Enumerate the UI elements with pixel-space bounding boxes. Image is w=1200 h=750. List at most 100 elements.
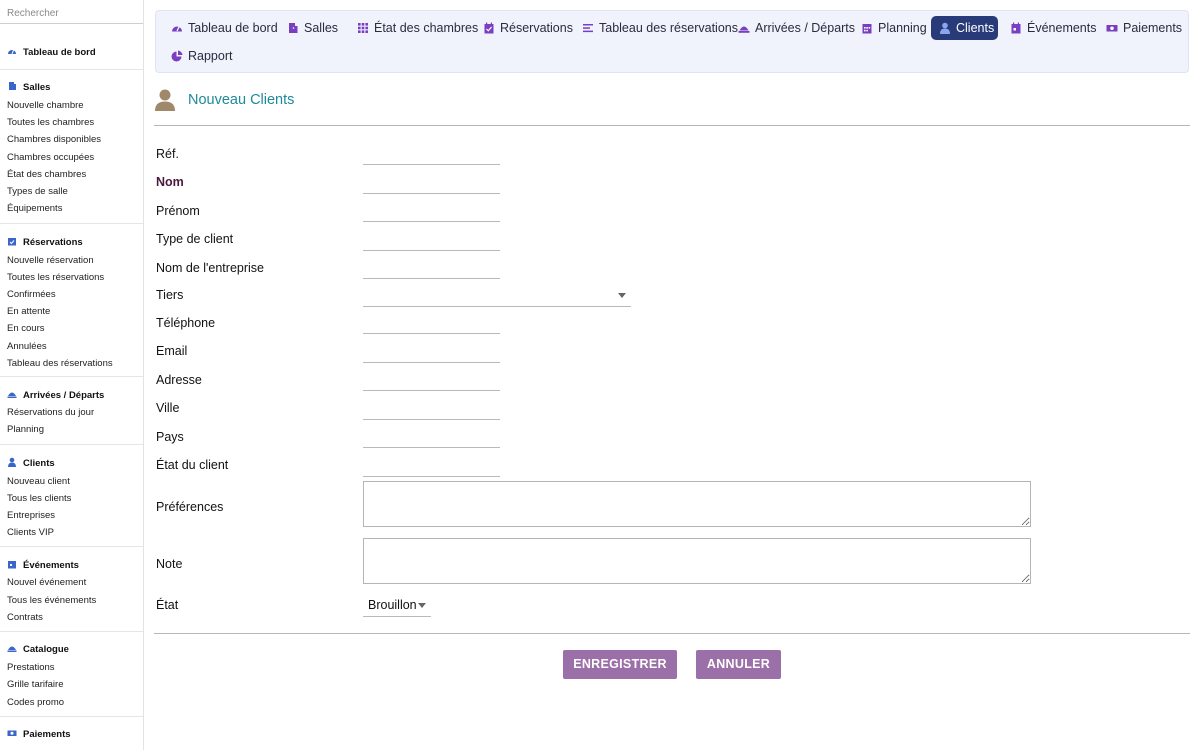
sidebar-heading-clients[interactable]: Clients (7, 457, 55, 469)
chevron-down-icon[interactable] (618, 293, 626, 298)
pays-field[interactable] (363, 427, 500, 448)
label-prenom: Prénom (156, 204, 200, 218)
etat-client-field[interactable] (363, 456, 500, 477)
tab-label: Réservations (500, 21, 573, 35)
sidebar-item-toutes-reservations[interactable]: Toutes les réservations (7, 272, 104, 283)
sidebar-item-nouveau-client[interactable]: Nouveau client (7, 476, 70, 487)
sidebar: Rechercher Tableau de bord Salles Nouvel… (0, 0, 144, 750)
grid-icon (358, 23, 368, 33)
telephone-field[interactable] (363, 313, 500, 334)
tab-evenements[interactable]: Événements (1002, 16, 1104, 40)
sidebar-item-equipements[interactable]: Équipements (7, 203, 62, 214)
label-nom-entreprise: Nom de l'entreprise (156, 261, 264, 275)
email-field[interactable] (363, 342, 500, 363)
sidebar-item-nouvel-evenement[interactable]: Nouvel événement (7, 577, 86, 588)
sidebar-item-contrats[interactable]: Contrats (7, 612, 43, 623)
note-textarea[interactable] (363, 538, 1031, 584)
calendar-icon (8, 561, 16, 569)
list-icon (583, 24, 593, 33)
sidebar-heading-reservations[interactable]: Réservations (7, 236, 83, 248)
tab-etat-des-chambres[interactable]: État des chambres (349, 16, 486, 40)
sidebar-item-tous-clients[interactable]: Tous les clients (7, 493, 71, 504)
sidebar-item-grille-tarifaire[interactable]: Grille tarifaire (7, 679, 64, 690)
user-icon (155, 89, 175, 111)
sidebar-item-entreprises[interactable]: Entreprises (7, 510, 55, 521)
ref-field[interactable] (363, 144, 500, 165)
sidebar-item-toutes-chambres[interactable]: Toutes les chambres (7, 117, 94, 128)
tab-arrivees-departs[interactable]: Arrivées / Départs (730, 16, 863, 40)
sidebar-item-prestations[interactable]: Prestations (7, 662, 55, 673)
sidebar-group-salles: Salles Nouvelle chambre Toutes les chamb… (0, 69, 143, 224)
tab-rapport[interactable]: Rapport (163, 44, 240, 68)
sidebar-group-dashboard: Tableau de bord (0, 36, 143, 68)
tab-label: Planning (878, 21, 927, 35)
sidebar-item-clients-vip[interactable]: Clients VIP (7, 527, 54, 538)
money-icon (1106, 25, 1118, 32)
ville-field[interactable] (363, 399, 500, 420)
label-ville: Ville (156, 401, 180, 415)
preferences-textarea[interactable] (363, 481, 1031, 527)
tab-paiements[interactable]: Paiements (1098, 16, 1190, 40)
tab-reservations[interactable]: Réservations (475, 16, 581, 40)
nom-entreprise-field[interactable] (363, 258, 500, 279)
top-menu: Tableau de bord Salles État des chambres… (155, 10, 1189, 73)
label-ref: Réf. (156, 147, 179, 161)
sidebar-item-tous-evenements[interactable]: Tous les événements (7, 595, 96, 606)
money-icon (7, 730, 17, 736)
label-etat: État (156, 598, 179, 612)
etat-select[interactable]: Brouillon (363, 595, 431, 617)
type-client-field[interactable] (363, 230, 500, 251)
tiers-select[interactable] (363, 286, 631, 307)
nom-field[interactable] (363, 173, 500, 194)
sidebar-heading-catalogue[interactable]: Catalogue (7, 643, 69, 655)
sidebar-heading-evenements[interactable]: Événements (7, 559, 79, 571)
bell-icon (7, 392, 17, 398)
tab-label: Tableau de bord (188, 21, 278, 35)
dashboard-icon (8, 48, 16, 55)
sidebar-group-reservations: Réservations Nouvelle réservation Toutes… (0, 223, 143, 377)
label-telephone: Téléphone (156, 316, 216, 330)
pie-chart-icon (171, 50, 183, 62)
tab-salles[interactable]: Salles (279, 16, 346, 40)
page-title: Nouveau Clients (188, 92, 295, 108)
prenom-field[interactable] (363, 201, 500, 222)
sidebar-item-nouvelle-reservation[interactable]: Nouvelle réservation (7, 255, 94, 266)
chevron-down-icon[interactable] (418, 603, 426, 608)
sidebar-item-reservations-jour[interactable]: Réservations du jour (7, 407, 94, 418)
sidebar-item-codes-promo[interactable]: Codes promo (7, 697, 64, 708)
cancel-button[interactable]: ANNULER (696, 650, 781, 679)
sidebar-item-types-salle[interactable]: Types de salle (7, 186, 68, 197)
sidebar-heading-label: Réservations (23, 237, 83, 248)
sidebar-item-annulees[interactable]: Annulées (7, 341, 47, 352)
adresse-field[interactable] (363, 370, 500, 391)
sidebar-item-nouvelle-chambre[interactable]: Nouvelle chambre (7, 100, 84, 111)
save-button[interactable]: ENREGISTRER (563, 650, 677, 679)
sidebar-item-chambres-occupees[interactable]: Chambres occupées (7, 152, 94, 163)
sidebar-item-etat-chambres[interactable]: État des chambres (7, 169, 86, 180)
sidebar-item-tableau-reservations[interactable]: Tableau des réservations (7, 358, 113, 369)
label-pays: Pays (156, 430, 184, 444)
sidebar-item-confirmees[interactable]: Confirmées (7, 289, 56, 300)
tab-label: Tableau des réservations (599, 21, 738, 35)
label-type-client: Type de client (156, 232, 234, 246)
sidebar-item-chambres-disponibles[interactable]: Chambres disponibles (7, 134, 101, 145)
tab-tableau-de-bord[interactable]: Tableau de bord (163, 16, 286, 40)
sidebar-item-dashboard[interactable]: Tableau de bord (7, 46, 96, 58)
tab-clients[interactable]: Clients (931, 16, 998, 40)
sidebar-heading-paiements[interactable]: Paiements (7, 728, 71, 740)
sidebar-heading-arrivees[interactable]: Arrivées / Départs (7, 389, 104, 401)
sidebar-item-label: Tableau de bord (23, 47, 96, 58)
tab-label: Paiements (1123, 21, 1183, 35)
tab-tableau-des-reservations[interactable]: Tableau des réservations (574, 16, 746, 40)
tab-label: Arrivées / Départs (755, 21, 856, 35)
sidebar-heading-salles[interactable]: Salles (7, 81, 50, 93)
sidebar-item-en-attente[interactable]: En attente (7, 306, 50, 317)
sidebar-heading-label: Arrivées / Départs (23, 390, 105, 401)
sidebar-item-en-cours[interactable]: En cours (7, 323, 45, 334)
search-input[interactable]: Rechercher (0, 2, 143, 24)
header-divider (154, 125, 1190, 126)
label-email: Email (156, 344, 188, 358)
sidebar-item-planning[interactable]: Planning (7, 424, 44, 435)
sidebar-group-arrivees: Arrivées / Départs Réservations du jour … (0, 376, 143, 445)
tab-planning[interactable]: Planning (853, 16, 935, 40)
